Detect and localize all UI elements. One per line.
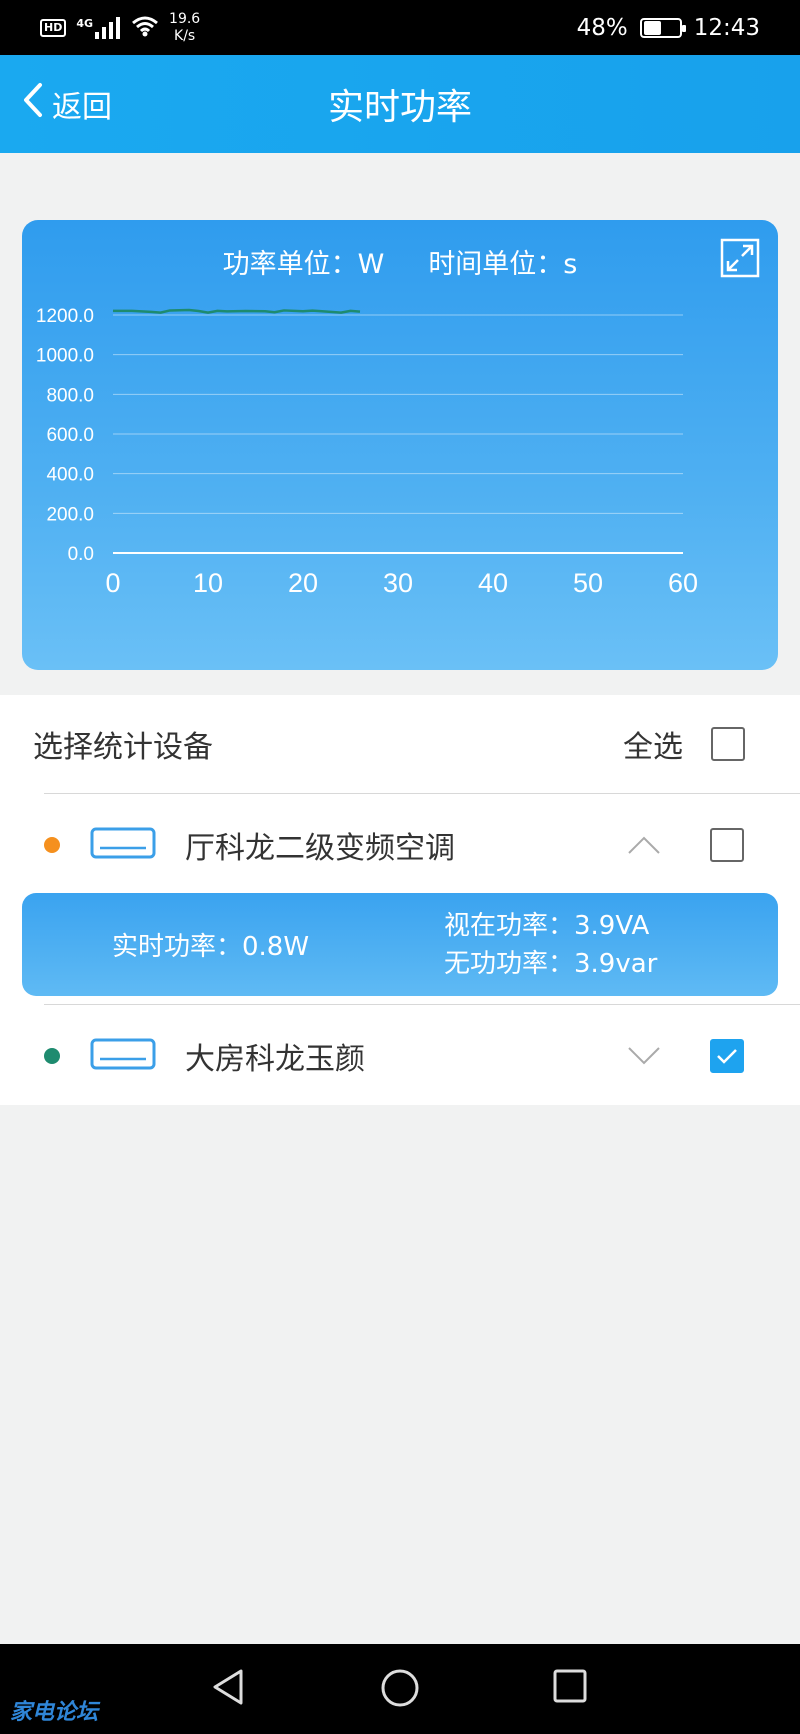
chevron-left-icon bbox=[22, 82, 44, 126]
back-label: 返回 bbox=[52, 90, 112, 125]
status-left: HD 4G 19.6 K/s bbox=[40, 11, 200, 45]
x-tick-label: 60 bbox=[668, 568, 698, 598]
home-circle-icon[interactable] bbox=[380, 1668, 420, 1708]
apparent-power: 视在功率：3.9VA bbox=[444, 911, 650, 941]
navigation-bar: 家电论坛 bbox=[0, 1644, 800, 1734]
y-tick-label: 0.0 bbox=[68, 544, 94, 565]
power-line-chart: 0.0 200.0 400.0 600.0 800.0 1000.0 1200.0 0 10 20… bbox=[36, 306, 698, 598]
select-all-label: 全选 bbox=[623, 730, 683, 765]
app-header: 返回 实时功率 bbox=[0, 55, 800, 153]
power-details-right: 视在功率：3.9VA 无功功率：3.9var bbox=[444, 907, 657, 983]
device-name: 厅科龙二级变频空调 bbox=[185, 831, 455, 866]
battery-fill bbox=[643, 20, 661, 35]
section-title: 选择统计设备 bbox=[33, 730, 213, 765]
y-tick-label: 200.0 bbox=[46, 504, 94, 525]
speed-value: 19.6 bbox=[169, 10, 201, 27]
x-tick-label: 0 bbox=[105, 568, 120, 598]
chart-units: 功率单位：W 时间单位：s bbox=[22, 242, 778, 281]
network-type: 4G bbox=[76, 16, 94, 30]
status-right: 48% 12:43 bbox=[577, 15, 760, 41]
x-tick-label: 50 bbox=[573, 568, 603, 598]
wifi-icon bbox=[131, 15, 159, 41]
air-conditioner-icon bbox=[90, 1038, 156, 1074]
select-all-checkbox[interactable] bbox=[711, 727, 745, 761]
series-line bbox=[113, 308, 361, 314]
clock: 12:43 bbox=[693, 14, 760, 41]
expand-icon[interactable] bbox=[720, 238, 760, 278]
chevron-up-icon[interactable] bbox=[627, 835, 661, 855]
x-tick-label: 10 bbox=[193, 568, 223, 598]
device-name: 大房科龙玉颜 bbox=[185, 1042, 365, 1077]
air-conditioner-icon bbox=[90, 827, 156, 863]
back-triangle-icon[interactable] bbox=[211, 1668, 245, 1706]
x-tick-label: 20 bbox=[288, 568, 318, 598]
device-color-dot bbox=[44, 837, 60, 853]
speed-unit: K/s bbox=[174, 27, 196, 44]
device-color-dot bbox=[44, 1048, 60, 1064]
device-row[interactable]: 大房科龙玉颜 bbox=[0, 1006, 800, 1106]
divider bbox=[44, 793, 800, 794]
battery-percent: 48% bbox=[576, 14, 628, 41]
back-button[interactable]: 返回 bbox=[22, 55, 112, 153]
power-chart-card: 0.0 200.0 400.0 600.0 800.0 1000.0 1200.0 0 10 20… bbox=[22, 220, 778, 670]
device-checkbox-checked[interactable] bbox=[710, 1039, 744, 1073]
y-tick-label: 400.0 bbox=[46, 465, 94, 486]
status-bar: HD 4G 19.6 K/s 48% 12:43 bbox=[0, 0, 800, 55]
y-tick-label: 1000.0 bbox=[36, 346, 94, 367]
y-tick-label: 600.0 bbox=[46, 425, 94, 446]
recents-square-icon[interactable] bbox=[552, 1668, 588, 1704]
device-checkbox[interactable] bbox=[710, 828, 744, 862]
divider bbox=[44, 1004, 800, 1005]
hd-badge: HD bbox=[40, 18, 67, 37]
battery-icon bbox=[639, 17, 686, 38]
power-unit-label: 功率单位：W bbox=[222, 249, 385, 280]
select-all[interactable]: 全选 bbox=[623, 722, 745, 766]
watermark-logo: 家电论坛 bbox=[10, 1700, 99, 1725]
page-title: 实时功率 bbox=[327, 87, 472, 128]
y-tick-label: 800.0 bbox=[46, 385, 94, 406]
x-tick-label: 30 bbox=[383, 568, 413, 598]
x-tick-label: 40 bbox=[478, 568, 508, 598]
realtime-power: 实时功率：0.8W bbox=[112, 932, 310, 962]
network-speed: 19.6 K/s bbox=[169, 11, 200, 45]
device-row[interactable]: 厅科龙二级变频空调 bbox=[0, 795, 800, 895]
device-panel-header: 选择统计设备 全选 bbox=[0, 695, 800, 793]
signal-icon: 4G bbox=[76, 16, 121, 39]
chevron-down-icon[interactable] bbox=[627, 1046, 661, 1066]
y-tick-label: 1200.0 bbox=[36, 306, 94, 327]
reactive-power: 无功功率：3.9var bbox=[444, 949, 658, 979]
time-unit-label: 时间单位：s bbox=[428, 249, 578, 280]
device-power-details: 实时功率：0.8W 视在功率：3.9VA 无功功率：3.9var bbox=[22, 893, 778, 996]
